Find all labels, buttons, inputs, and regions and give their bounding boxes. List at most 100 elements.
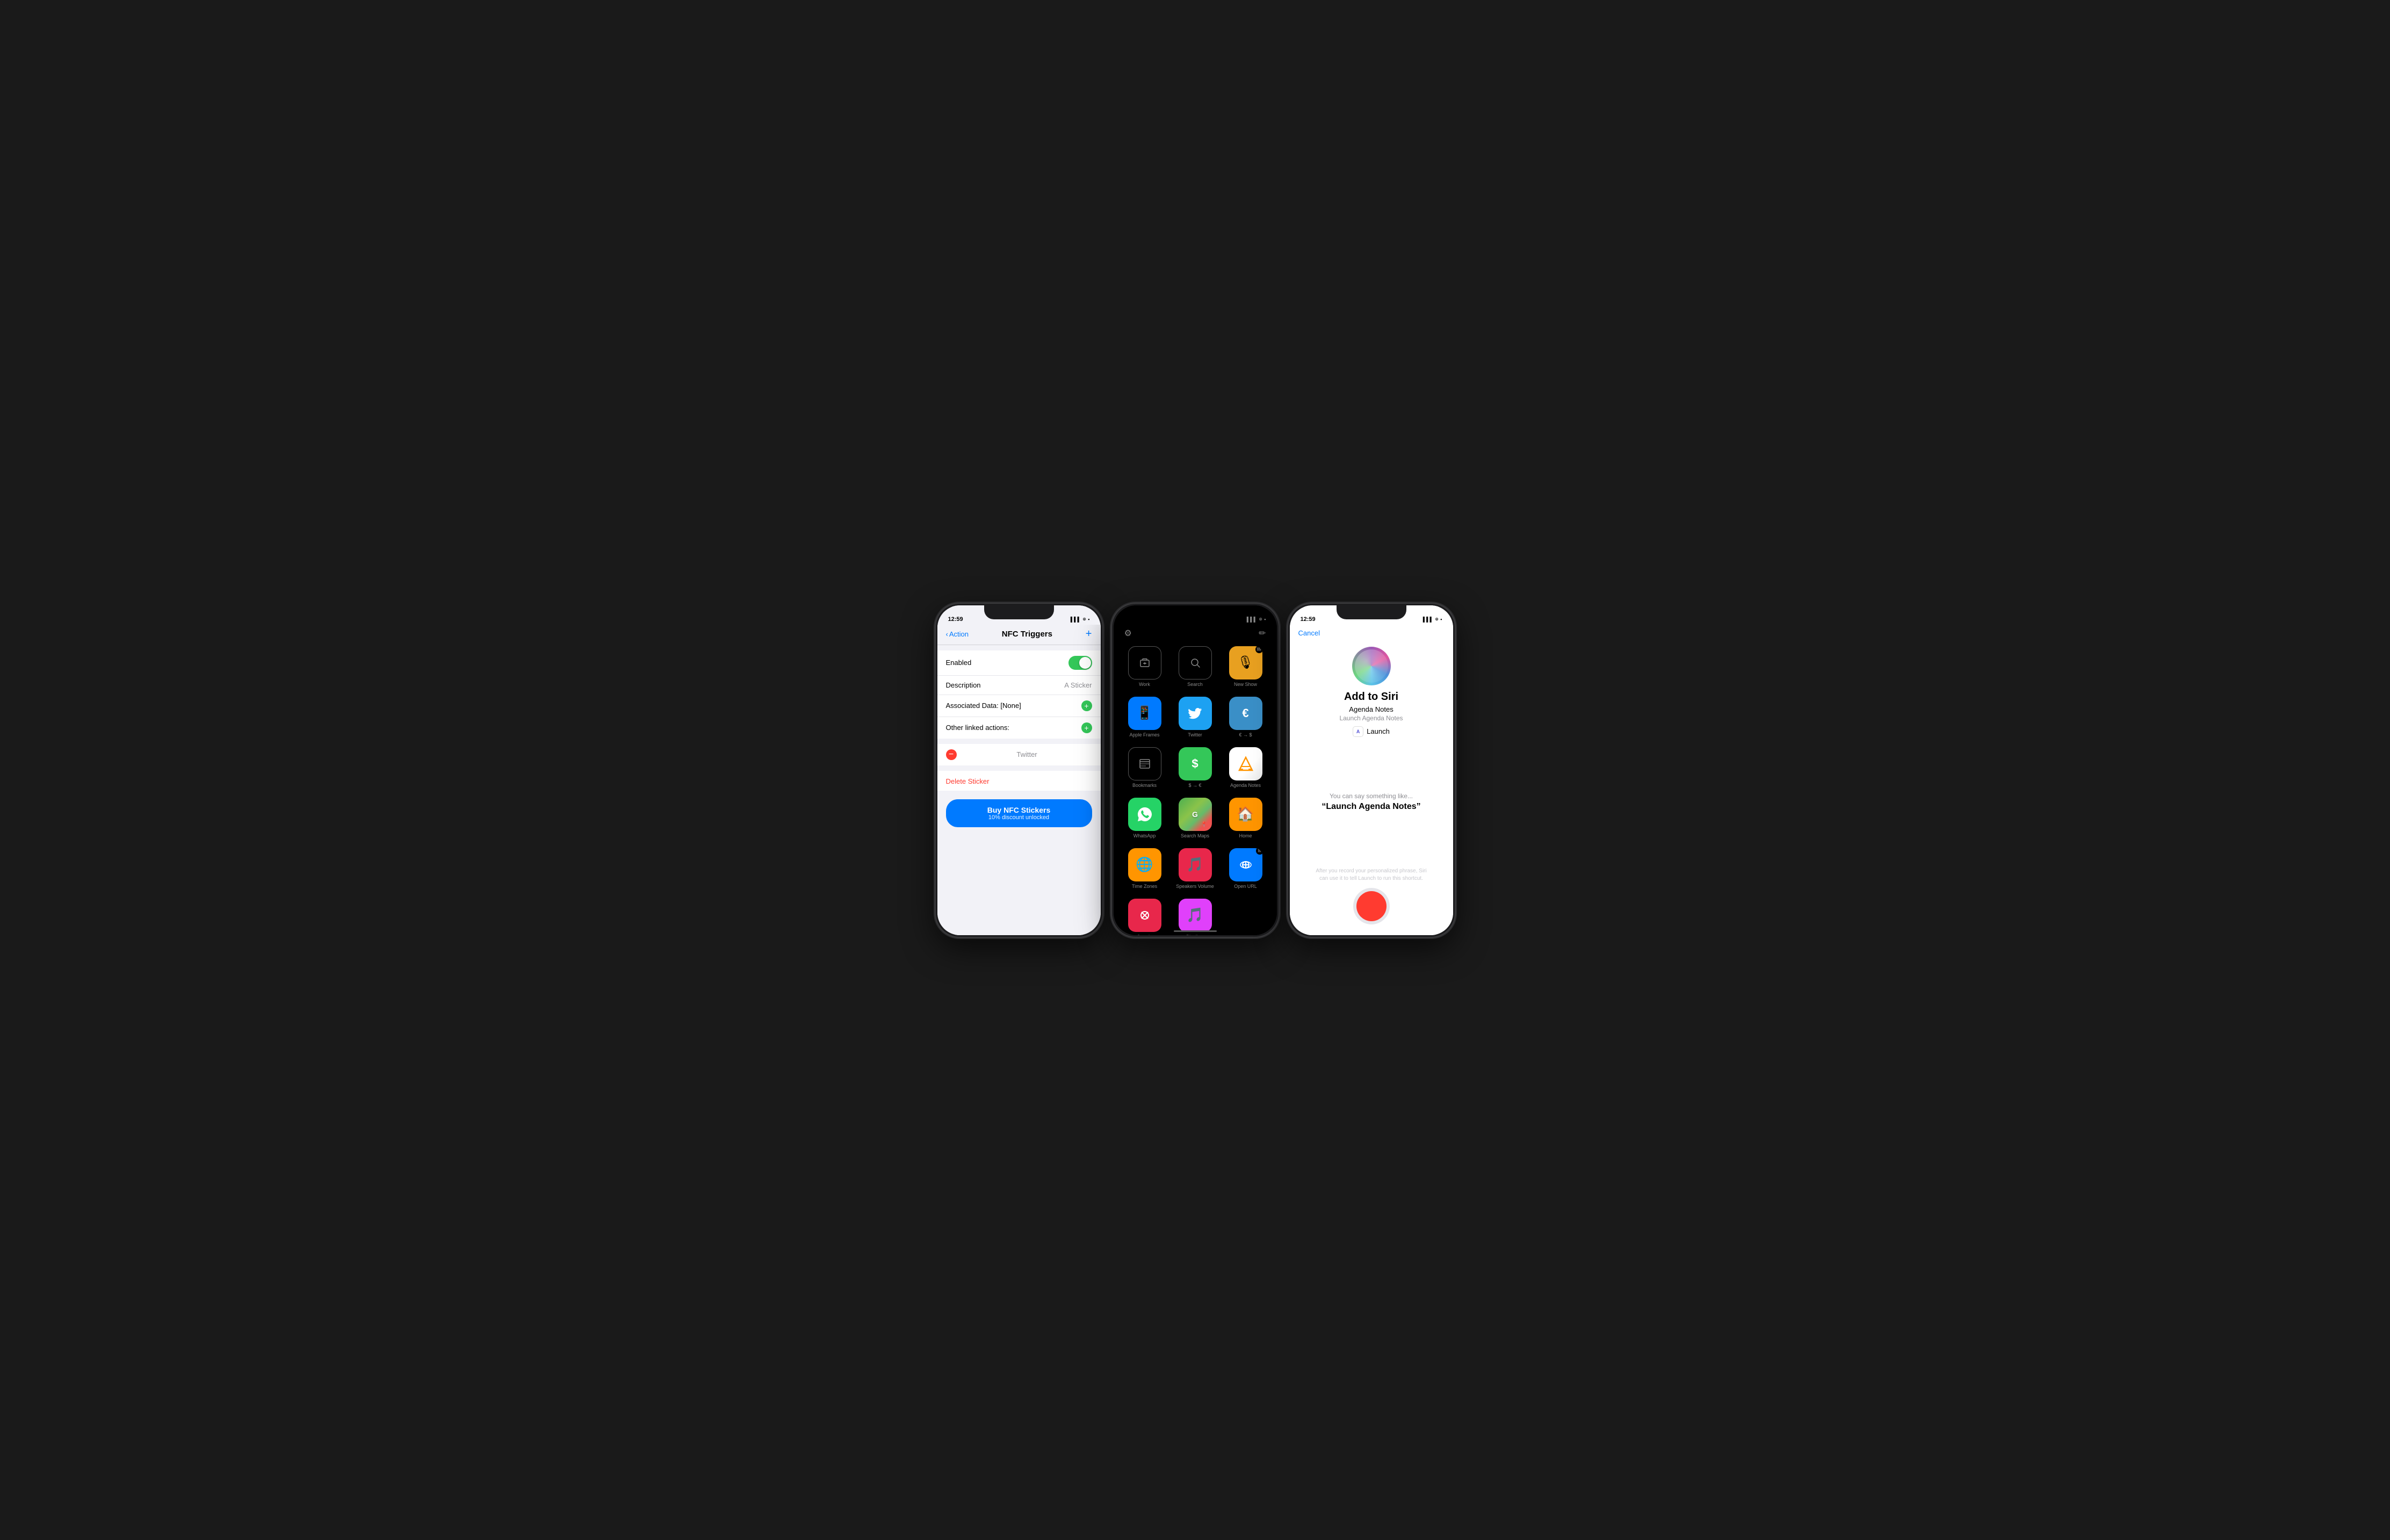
cancel-button[interactable]: Cancel: [1298, 629, 1320, 637]
shortcut-whatsapp[interactable]: WhatsApp: [1124, 798, 1165, 838]
euro-label: € → $: [1239, 732, 1252, 738]
record-button[interactable]: [1356, 891, 1387, 921]
phones-container: 12:59 ▌▌▌ ⌾ ▪ ‹ Action NFC Triggers +: [936, 604, 1455, 937]
edit-icon[interactable]: ✏: [1259, 628, 1266, 639]
timezones-label: Time Zones: [1132, 884, 1157, 889]
nfc-badge-openurl: ))): [1256, 848, 1262, 855]
shortcut-work[interactable]: Work: [1124, 646, 1165, 687]
newshow-label: New Show: [1234, 682, 1257, 687]
whatsapp-icon: [1128, 798, 1161, 831]
signal-icon-1: ▌▌▌: [1071, 617, 1081, 622]
twitter-icon: [1179, 697, 1212, 730]
wifi-icon-2: ⌾: [1259, 617, 1262, 623]
playlists-glyph: 🎵: [1186, 907, 1203, 923]
add-to-siri-title: Add to Siri: [1344, 691, 1398, 703]
agenda-icon: [1229, 747, 1262, 780]
delete-section: Delete Sticker: [937, 771, 1101, 791]
appleframes-icon: 📱: [1128, 697, 1161, 730]
shortcut-newshow[interactable]: 🎙 )))) New Show: [1225, 646, 1266, 687]
openurl-label: Open URL: [1234, 884, 1257, 889]
shortcut-appleframes[interactable]: 📱 Apple Frames: [1124, 697, 1165, 738]
buy-btn-title: Buy NFC Stickers: [952, 806, 1086, 814]
twitter-action-row: − Twitter: [937, 744, 1101, 765]
nav-back-label: Action: [949, 630, 969, 638]
newshow-icon: 🎙 )))): [1229, 646, 1262, 679]
add-to-siri-subtitle: Launch Agenda Notes: [1339, 714, 1403, 722]
shortcut-speakers[interactable]: 🎵 Speakers Volume: [1175, 848, 1216, 889]
battery-icon-2: ▪: [1264, 617, 1266, 622]
nfc-badge-newshow: )))): [1255, 646, 1262, 653]
openurl-icon: ))): [1229, 848, 1262, 881]
notch-3: [1337, 605, 1406, 619]
dollar-label: $ → €: [1188, 783, 1201, 788]
siri-body: Add to Siri Agenda Notes Launch Agenda N…: [1290, 641, 1453, 935]
notch-2: [1160, 605, 1230, 619]
status-time-1: 12:59: [948, 616, 963, 623]
phone-nfc-triggers: 12:59 ▌▌▌ ⌾ ▪ ‹ Action NFC Triggers +: [936, 604, 1102, 937]
maps-icon: G 📍: [1179, 798, 1212, 831]
siri-say-label: You can say something like...: [1330, 792, 1413, 800]
shortcut-openurl[interactable]: ))) Open URL: [1225, 848, 1266, 889]
linked-actions-label: Other linked actions:: [946, 724, 1010, 732]
agenda-label: Agenda Notes: [1230, 783, 1261, 788]
maps-pin: 📍: [1201, 822, 1207, 828]
agenda-small-icon: A: [1353, 726, 1363, 737]
home-icon: 🏠: [1229, 798, 1262, 831]
shortcut-agenda[interactable]: Agenda Notes: [1225, 747, 1266, 788]
phone-shortcuts: ▌▌▌ ⌾ ▪ ⚙ ✏: [1112, 604, 1279, 937]
shortcut-google[interactable]: Google: [1124, 899, 1165, 935]
playlists-icon: 🎵: [1179, 899, 1212, 932]
linked-actions-row[interactable]: Other linked actions: +: [937, 717, 1101, 739]
timezones-glyph: 🌐: [1136, 856, 1153, 873]
maps-glyph: G: [1192, 810, 1198, 819]
shortcut-dollar[interactable]: $ $ → €: [1175, 747, 1216, 788]
buy-nfc-button[interactable]: Buy NFC Stickers 10% discount unlocked: [946, 799, 1092, 827]
bookmarks-label: Bookmarks: [1132, 783, 1157, 788]
shortcut-playlists[interactable]: 🎵 Playlists: [1175, 899, 1216, 935]
status-icons-3: ▌▌▌ ⌾ ▪: [1423, 617, 1442, 623]
status-time-3: 12:59: [1301, 616, 1316, 623]
status-icons-2: ▌▌▌ ⌾ ▪: [1247, 617, 1266, 623]
shortcut-timezones[interactable]: 🌐 Time Zones: [1124, 848, 1165, 889]
speakers-label: Speakers Volume: [1176, 884, 1214, 889]
notch-1: [984, 605, 1054, 619]
shortcut-searchmaps[interactable]: G 📍 Search Maps: [1175, 798, 1216, 838]
settings-icon[interactable]: ⚙: [1124, 628, 1132, 639]
associated-data-add-button[interactable]: +: [1081, 700, 1092, 711]
description-row[interactable]: Description A Sticker: [937, 676, 1101, 695]
battery-icon-1: ▪: [1088, 617, 1089, 622]
wifi-icon-1: ⌾: [1083, 617, 1086, 623]
google-icon: [1128, 899, 1161, 932]
siri-phrase: “Launch Agenda Notes”: [1322, 802, 1420, 812]
delete-button[interactable]: Delete Sticker: [937, 772, 1101, 791]
shortcut-bookmarks[interactable]: Bookmarks: [1124, 747, 1165, 788]
shortcut-euro[interactable]: € € → $: [1225, 697, 1266, 738]
searchmaps-label: Search Maps: [1181, 833, 1209, 838]
nav-title: NFC Triggers: [1002, 630, 1052, 639]
launch-label: Launch: [1367, 727, 1390, 735]
nav-back-button[interactable]: ‹ Action: [946, 630, 969, 638]
twitter-row-label: Twitter: [962, 750, 1092, 758]
remove-twitter-button[interactable]: −: [946, 749, 957, 760]
enabled-toggle[interactable]: [1068, 656, 1092, 670]
add-to-siri-app: Agenda Notes: [1349, 705, 1393, 713]
shortcut-twitter[interactable]: Twitter: [1175, 697, 1216, 738]
home-glyph: 🏠: [1237, 806, 1254, 822]
shortcuts-grid: Work Search: [1114, 642, 1277, 935]
shortcut-search[interactable]: Search: [1175, 646, 1216, 687]
buy-button-container: Buy NFC Stickers 10% discount unlocked: [937, 791, 1101, 836]
launch-row: A Launch: [1353, 726, 1390, 737]
newshow-icon-glyph: 🎙: [1237, 655, 1253, 670]
google-label: Google: [1137, 934, 1152, 935]
nav-plus-button[interactable]: +: [1086, 628, 1092, 640]
settings-list: Enabled Description A Sticker Associated…: [937, 650, 1101, 739]
linked-actions-add-button[interactable]: +: [1081, 722, 1092, 733]
phone-add-to-siri: 12:59 ▌▌▌ ⌾ ▪ Cancel Add to Siri Agend: [1288, 604, 1455, 937]
dollar-icon: $: [1179, 747, 1212, 780]
associated-data-row[interactable]: Associated Data: [None] +: [937, 695, 1101, 717]
siri-description: After you record your personalized phras…: [1301, 867, 1442, 883]
chevron-left-icon: ‹: [946, 630, 948, 638]
phone1-content: ‹ Action NFC Triggers + Enabled: [937, 625, 1101, 935]
shortcut-home[interactable]: 🏠 Home: [1225, 798, 1266, 838]
twitter-shortcut-label: Twitter: [1188, 732, 1202, 738]
